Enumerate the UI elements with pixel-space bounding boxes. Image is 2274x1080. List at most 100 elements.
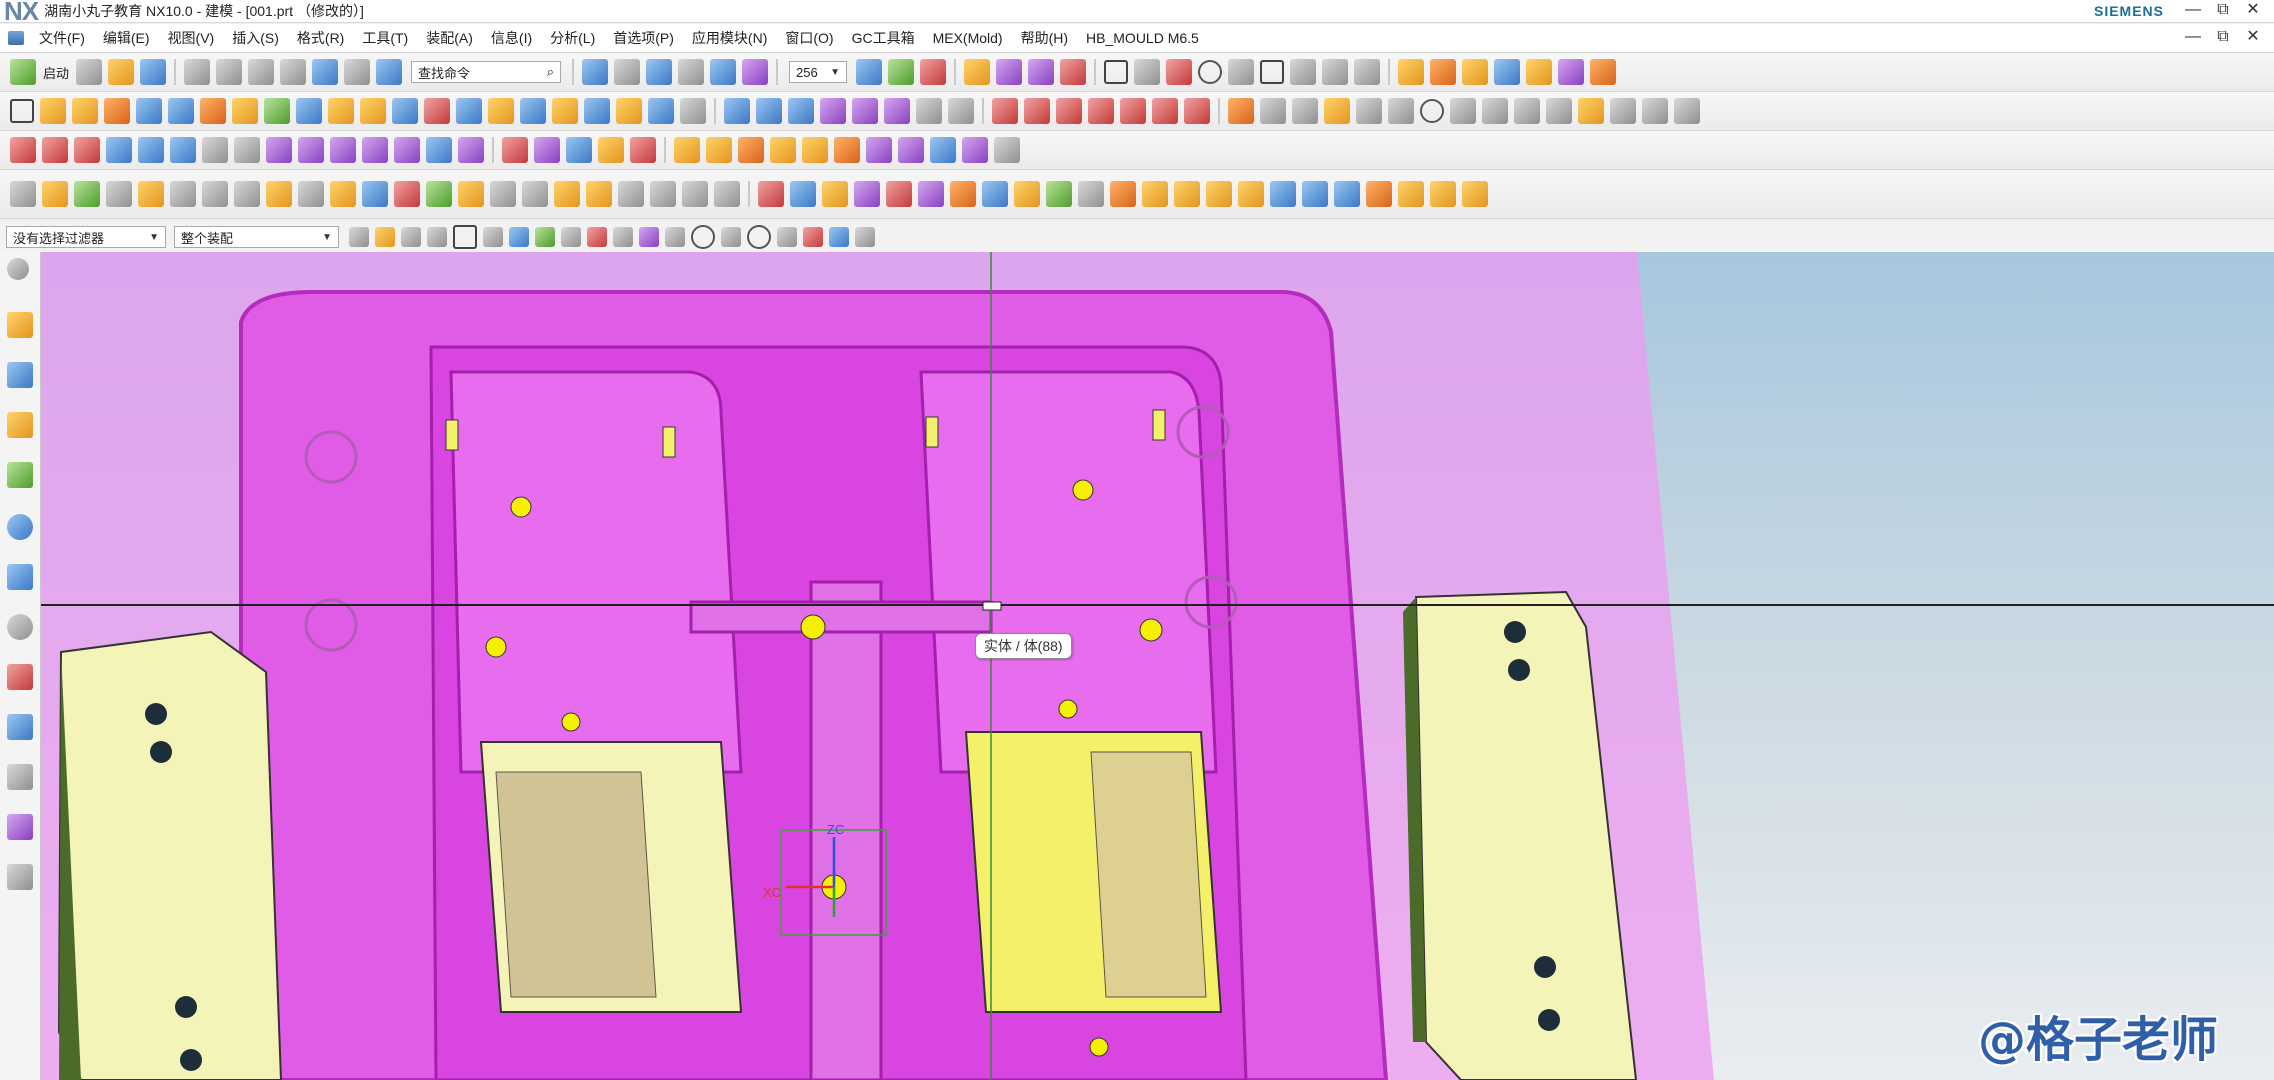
eye-icon[interactable] bbox=[682, 181, 708, 207]
pull-face-icon[interactable] bbox=[584, 98, 610, 124]
trim-tool-icon[interactable] bbox=[234, 181, 260, 207]
constraint-icon[interactable] bbox=[1354, 59, 1381, 85]
isoparametric-icon[interactable] bbox=[394, 137, 420, 163]
gear-icon[interactable] bbox=[7, 258, 29, 280]
datum-plane-icon[interactable] bbox=[502, 137, 528, 163]
minimize-button[interactable]: — bbox=[2178, 0, 2208, 22]
menu-gc-toolkit[interactable]: GC工具箱 bbox=[843, 28, 924, 48]
cube-icon[interactable] bbox=[1174, 181, 1200, 207]
unite-icon[interactable] bbox=[168, 98, 194, 124]
menu-format[interactable]: 格式(R) bbox=[288, 28, 353, 48]
snap-quadrant-icon[interactable] bbox=[691, 225, 715, 249]
slider-icon[interactable] bbox=[770, 137, 796, 163]
wcs-icon[interactable] bbox=[920, 59, 947, 85]
web-browser-icon[interactable] bbox=[7, 564, 33, 590]
chain-icon[interactable] bbox=[298, 137, 324, 163]
divide-curve-icon[interactable] bbox=[1088, 98, 1114, 124]
slide-tool-icon[interactable] bbox=[330, 181, 356, 207]
face-color-icon[interactable] bbox=[918, 181, 944, 207]
arc-icon[interactable] bbox=[1228, 59, 1255, 85]
mold-init-icon[interactable] bbox=[1430, 59, 1457, 85]
datum-axis-icon[interactable] bbox=[534, 137, 560, 163]
helix-icon[interactable] bbox=[138, 137, 164, 163]
select-component-icon[interactable] bbox=[509, 227, 529, 247]
graphics-window[interactable]: XC ZC 实体 / 体(88) bbox=[41, 252, 2274, 1080]
start-icon[interactable] bbox=[10, 59, 36, 85]
scale-curve-icon[interactable] bbox=[458, 137, 484, 163]
menu-insert[interactable]: 插入(S) bbox=[223, 28, 288, 48]
replace-face-icon[interactable] bbox=[456, 98, 482, 124]
menu-application[interactable]: 应用模块(N) bbox=[683, 28, 776, 48]
snap-existing-icon[interactable] bbox=[777, 227, 797, 247]
start-menu-button[interactable]: 启动 bbox=[43, 63, 69, 82]
check-icon[interactable] bbox=[1046, 181, 1072, 207]
layer-settings-icon[interactable] bbox=[856, 59, 883, 85]
frame-icon[interactable] bbox=[298, 181, 324, 207]
bom-icon[interactable] bbox=[994, 137, 1020, 163]
cut-tool-icon[interactable] bbox=[522, 181, 548, 207]
moldbase-icon[interactable] bbox=[674, 137, 700, 163]
menu-information[interactable]: 信息(I) bbox=[482, 28, 541, 48]
align-icon[interactable] bbox=[1302, 181, 1328, 207]
hierarchy-icon[interactable] bbox=[1482, 98, 1508, 124]
delete-face-icon[interactable] bbox=[520, 98, 546, 124]
shell-icon[interactable] bbox=[360, 98, 386, 124]
offset-face-icon[interactable] bbox=[424, 98, 450, 124]
through-curves-icon[interactable] bbox=[724, 98, 750, 124]
drawer-icon[interactable] bbox=[1238, 181, 1264, 207]
bounded-plane-icon[interactable] bbox=[852, 98, 878, 124]
menu-mex-mold[interactable]: MEX(Mold) bbox=[924, 30, 1012, 46]
select-feature-icon[interactable] bbox=[375, 227, 395, 247]
font-icon[interactable] bbox=[1610, 98, 1636, 124]
shrinkage-icon[interactable] bbox=[1494, 59, 1521, 85]
drawing-icon[interactable] bbox=[490, 181, 516, 207]
thicken-icon[interactable] bbox=[680, 98, 706, 124]
snap-circle-icon[interactable] bbox=[747, 225, 771, 249]
show-only-icon[interactable] bbox=[1028, 59, 1055, 85]
ellipse-icon[interactable] bbox=[266, 137, 292, 163]
move-icon[interactable] bbox=[1110, 181, 1136, 207]
curve-icon[interactable] bbox=[1166, 59, 1193, 85]
measure-tool-icon[interactable] bbox=[1078, 181, 1104, 207]
menu-file[interactable]: 文件(F) bbox=[30, 28, 94, 48]
menu-assembly[interactable]: 装配(A) bbox=[417, 28, 482, 48]
delete-icon[interactable] bbox=[280, 59, 307, 85]
snap-line-icon[interactable] bbox=[803, 227, 823, 247]
plate-icon[interactable] bbox=[426, 181, 452, 207]
reuse-library-icon[interactable] bbox=[7, 462, 33, 488]
tools-icon[interactable] bbox=[1142, 181, 1168, 207]
menu-tools[interactable]: 工具(T) bbox=[353, 28, 417, 48]
restore-button[interactable]: ⧉ bbox=[2208, 0, 2238, 22]
constraint-navigator-icon[interactable] bbox=[7, 362, 33, 388]
point-icon[interactable] bbox=[1290, 59, 1317, 85]
mold-wizard-icon[interactable] bbox=[1398, 59, 1425, 85]
close-button[interactable]: ✕ bbox=[2238, 0, 2268, 22]
help-icon[interactable] bbox=[1642, 98, 1668, 124]
trim-sheet-icon[interactable] bbox=[948, 98, 974, 124]
process-studio-icon[interactable] bbox=[7, 714, 33, 740]
star-icon[interactable] bbox=[1388, 98, 1414, 124]
part-navigator-icon[interactable] bbox=[7, 412, 33, 438]
datum-csys-icon[interactable] bbox=[566, 137, 592, 163]
snap-endpoint-icon[interactable] bbox=[535, 227, 555, 247]
history-icon[interactable] bbox=[7, 614, 33, 640]
mold-csys-icon[interactable] bbox=[1462, 59, 1489, 85]
list-icon[interactable] bbox=[1578, 98, 1604, 124]
line-icon[interactable] bbox=[992, 98, 1018, 124]
split-icon[interactable] bbox=[266, 181, 292, 207]
mirror-icon[interactable] bbox=[1356, 98, 1382, 124]
copy-icon[interactable] bbox=[216, 59, 243, 85]
save-icon[interactable] bbox=[140, 59, 167, 85]
line-tool-icon[interactable] bbox=[10, 137, 36, 163]
snap-options-icon[interactable] bbox=[855, 227, 875, 247]
sketch-plane-icon[interactable] bbox=[10, 99, 34, 123]
move-to-layer-icon[interactable] bbox=[888, 59, 915, 85]
menu-window[interactable]: 窗口(O) bbox=[776, 28, 842, 48]
screw-icon[interactable] bbox=[554, 181, 580, 207]
sketch-icon[interactable] bbox=[1104, 60, 1129, 84]
runner-icon[interactable] bbox=[866, 137, 892, 163]
trim-curve-icon[interactable] bbox=[1056, 98, 1082, 124]
snap-intersection-icon[interactable] bbox=[613, 227, 633, 247]
insert-icon[interactable] bbox=[822, 181, 848, 207]
trim-body-icon[interactable] bbox=[264, 98, 290, 124]
